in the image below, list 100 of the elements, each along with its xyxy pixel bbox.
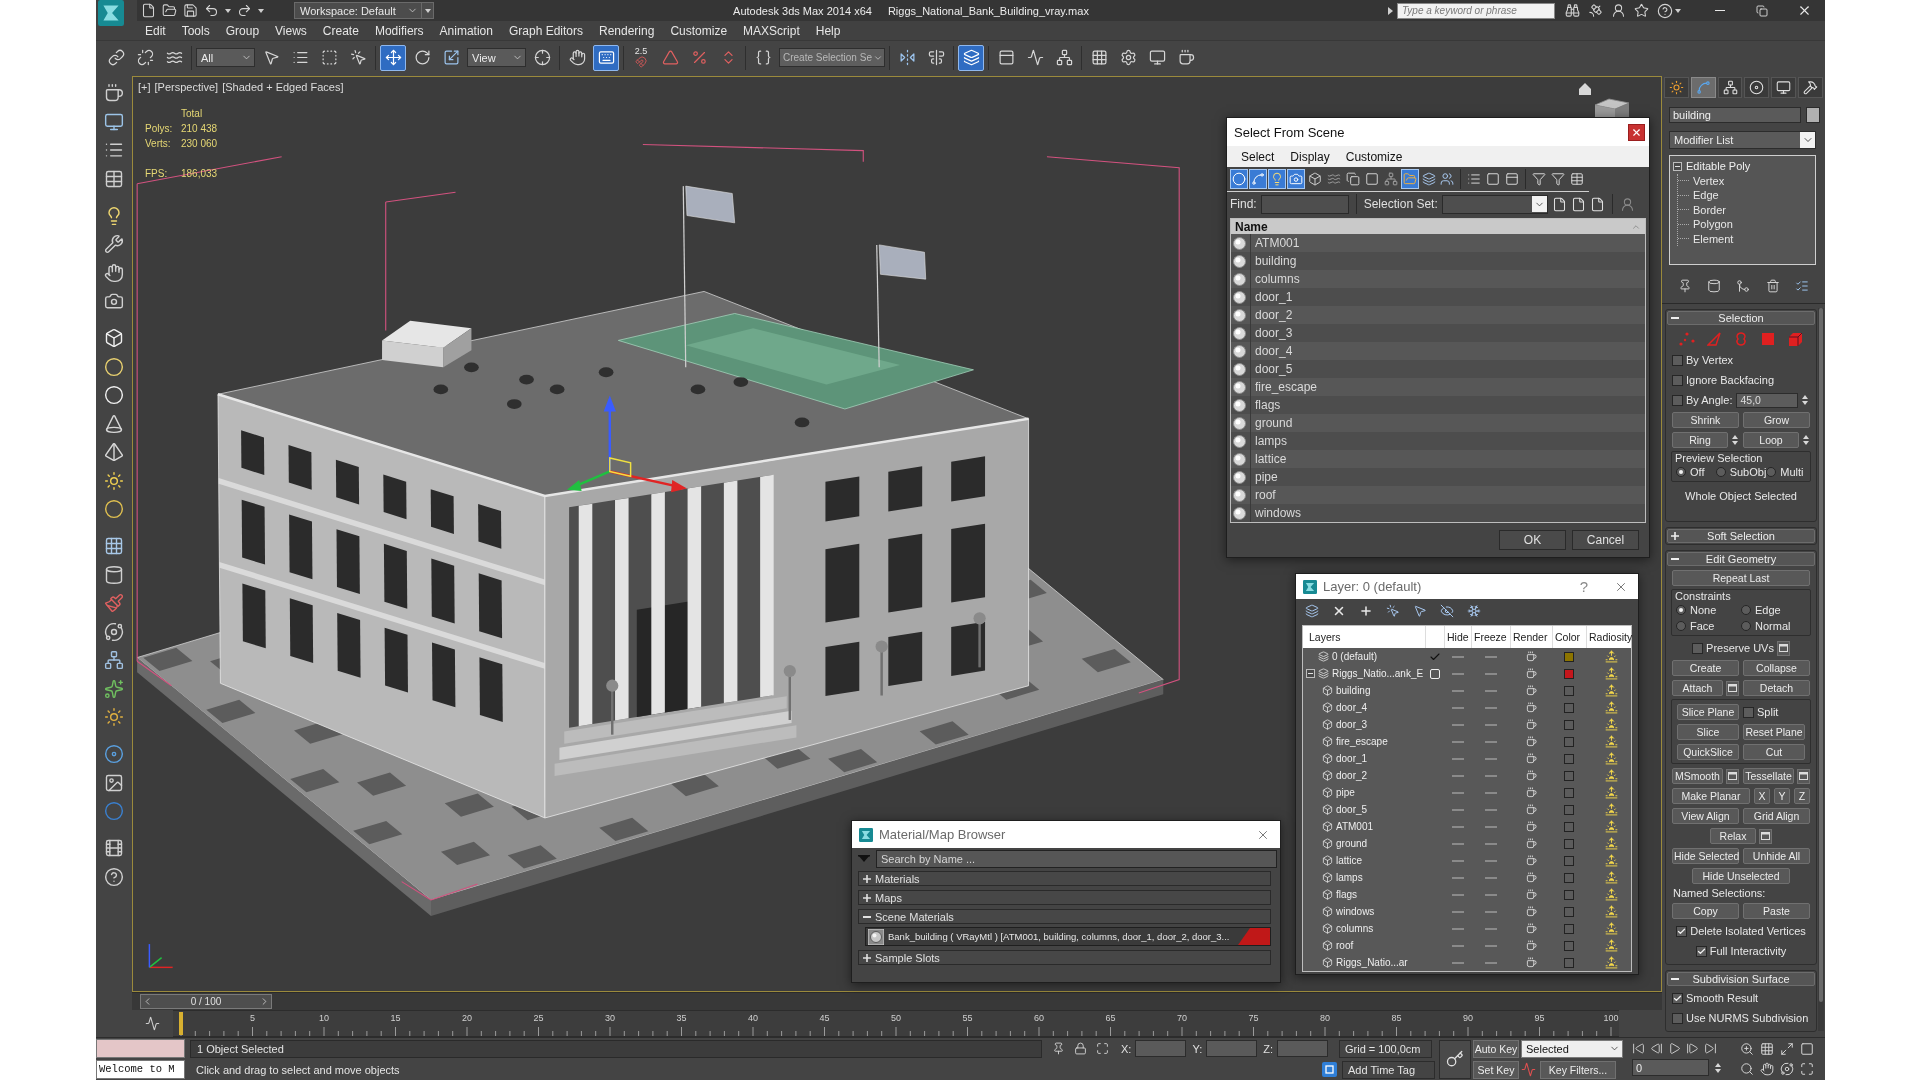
object-row[interactable]: lattice xyxy=(1231,450,1645,468)
checkbox[interactable] xyxy=(1692,642,1704,654)
disc-icon[interactable] xyxy=(104,744,124,764)
command-button[interactable]: Grid Align xyxy=(1743,808,1810,824)
snap-toggle-button[interactable]: 2.5 xyxy=(628,44,654,71)
person-icon[interactable] xyxy=(1611,3,1626,18)
command-button[interactable]: Make Planar xyxy=(1672,788,1750,804)
frame-corners-icon[interactable] xyxy=(1800,1062,1814,1076)
command-button[interactable]: Paste xyxy=(1743,903,1810,919)
color-swatch[interactable] xyxy=(1564,753,1574,764)
color-swatch[interactable] xyxy=(1564,906,1574,917)
cup-icon[interactable] xyxy=(1525,906,1537,917)
color-swatch[interactable] xyxy=(1564,685,1574,696)
delete-icon[interactable] xyxy=(1332,604,1346,618)
filter-toggle-button[interactable] xyxy=(1400,169,1419,189)
command-button[interactable]: Relax xyxy=(1709,828,1757,844)
sunrise-icon[interactable] xyxy=(1604,769,1618,782)
set-key-button[interactable]: Set Key xyxy=(1473,1060,1519,1079)
image-icon[interactable] xyxy=(104,772,124,793)
sunrise-icon[interactable] xyxy=(1604,820,1618,833)
save-icon[interactable] xyxy=(183,3,198,18)
sunrise-icon[interactable] xyxy=(1604,701,1618,714)
new-file-icon[interactable] xyxy=(141,3,156,18)
command-button[interactable]: Loop xyxy=(1743,432,1799,448)
sunrise-icon[interactable] xyxy=(1604,939,1618,952)
object-row[interactable]: door_2 xyxy=(1231,306,1645,324)
color-swatch[interactable] xyxy=(1564,668,1574,679)
options-button[interactable] xyxy=(1726,680,1739,696)
modifier-list-dropdown[interactable]: Modifier List xyxy=(1669,131,1816,149)
column-header[interactable]: Name xyxy=(1231,219,1645,234)
command-button[interactable]: Unhide All xyxy=(1743,848,1810,864)
search-field[interactable]: Type a keyword or phrase xyxy=(1397,2,1555,19)
radio-button[interactable] xyxy=(1676,605,1686,615)
panel-tab[interactable] xyxy=(1717,77,1743,98)
circle-icon[interactable] xyxy=(104,499,124,519)
sunrise-icon[interactable] xyxy=(1604,905,1618,918)
sunrise-icon[interactable] xyxy=(1604,871,1618,884)
radio-button[interactable] xyxy=(1676,621,1686,631)
home-icon[interactable] xyxy=(1579,83,1591,95)
key-mode-dropdown[interactable]: Selected xyxy=(1521,1039,1623,1058)
time-slider-track[interactable]: 0 / 100 xyxy=(132,992,1662,1010)
selection-set-field[interactable]: Create Selection Se xyxy=(779,48,885,67)
viewport-menu-label[interactable]: [+] xyxy=(138,81,151,93)
pointer-click-icon[interactable] xyxy=(1386,604,1400,618)
sunrise-icon[interactable] xyxy=(1604,786,1618,799)
command-button[interactable]: Tessellate xyxy=(1743,768,1794,784)
rollout-header[interactable]: Soft Selection xyxy=(1667,529,1815,543)
color-swatch[interactable] xyxy=(1564,889,1574,900)
coordinate-field[interactable] xyxy=(1206,1040,1258,1057)
filter-toggle-button[interactable] xyxy=(1230,169,1248,189)
color-swatch[interactable] xyxy=(1564,770,1574,781)
material-item[interactable]: Bank_building ( VRayMtl ) [ATM001, building, columns, door_1, door_2, door_3... xyxy=(865,927,1271,946)
command-button[interactable]: Collapse xyxy=(1743,660,1810,676)
rollout-header[interactable]: Selection xyxy=(1667,311,1815,325)
cup-icon[interactable] xyxy=(1525,651,1537,662)
radio-button[interactable] xyxy=(1676,467,1686,477)
group-header[interactable]: Scene Materials xyxy=(858,909,1271,924)
color-swatch[interactable] xyxy=(1564,940,1574,951)
skip-back-icon[interactable] xyxy=(1632,1042,1645,1055)
triangle-right-icon[interactable] xyxy=(1388,6,1393,15)
group-header[interactable]: Materials xyxy=(858,871,1271,886)
options-button[interactable] xyxy=(1797,768,1810,784)
toolbar-dropdown[interactable]: View xyxy=(467,48,526,67)
camera-icon[interactable] xyxy=(104,291,124,311)
frame-field[interactable]: 0 xyxy=(1632,1059,1709,1076)
group-header[interactable]: Maps xyxy=(858,890,1271,905)
help-icon[interactable] xyxy=(1657,2,1673,19)
pin-icon[interactable] xyxy=(1052,1042,1065,1055)
modifier-stack-item[interactable]: Editable Poly xyxy=(1673,159,1755,174)
table-icon[interactable] xyxy=(104,168,124,189)
play-icon[interactable] xyxy=(1668,1042,1681,1055)
sunrise-icon[interactable] xyxy=(1604,956,1618,969)
cup-icon[interactable] xyxy=(1525,668,1537,679)
object-row[interactable]: ATM001 xyxy=(1231,234,1645,252)
options-button[interactable] xyxy=(1776,640,1790,656)
toolbar-button[interactable] xyxy=(958,44,984,71)
cup-icon[interactable] xyxy=(1525,821,1537,832)
cup-icon[interactable] xyxy=(104,83,124,103)
menu-item[interactable]: Customize xyxy=(662,21,736,40)
color-swatch[interactable] xyxy=(1564,872,1574,883)
square-icon[interactable] xyxy=(1800,1042,1814,1056)
trash-icon[interactable] xyxy=(1765,279,1780,293)
sunrise-icon[interactable] xyxy=(1604,922,1618,935)
pointer-icon[interactable] xyxy=(1413,604,1427,618)
checkbox[interactable] xyxy=(1672,1012,1683,1024)
undo-icon[interactable] xyxy=(204,3,219,18)
radio-button[interactable] xyxy=(1741,621,1751,631)
color-swatch[interactable] xyxy=(1564,651,1574,662)
color-swatch[interactable] xyxy=(1564,787,1574,798)
app-logo-icon[interactable] xyxy=(98,0,124,26)
paintbrush-icon[interactable] xyxy=(104,593,124,613)
document-icon[interactable] xyxy=(1551,196,1567,212)
angle-field[interactable]: 45,0 xyxy=(1736,392,1799,408)
time-slider-thumb[interactable]: 0 / 100 xyxy=(140,994,272,1009)
color-swatch[interactable] xyxy=(1564,702,1574,713)
menu-item[interactable]: Rendering xyxy=(591,21,663,40)
collapse-box-icon[interactable] xyxy=(1306,669,1315,678)
expand-icon[interactable] xyxy=(1780,1042,1794,1056)
cup-icon[interactable] xyxy=(1525,889,1537,900)
branch-icon[interactable] xyxy=(1736,279,1751,293)
